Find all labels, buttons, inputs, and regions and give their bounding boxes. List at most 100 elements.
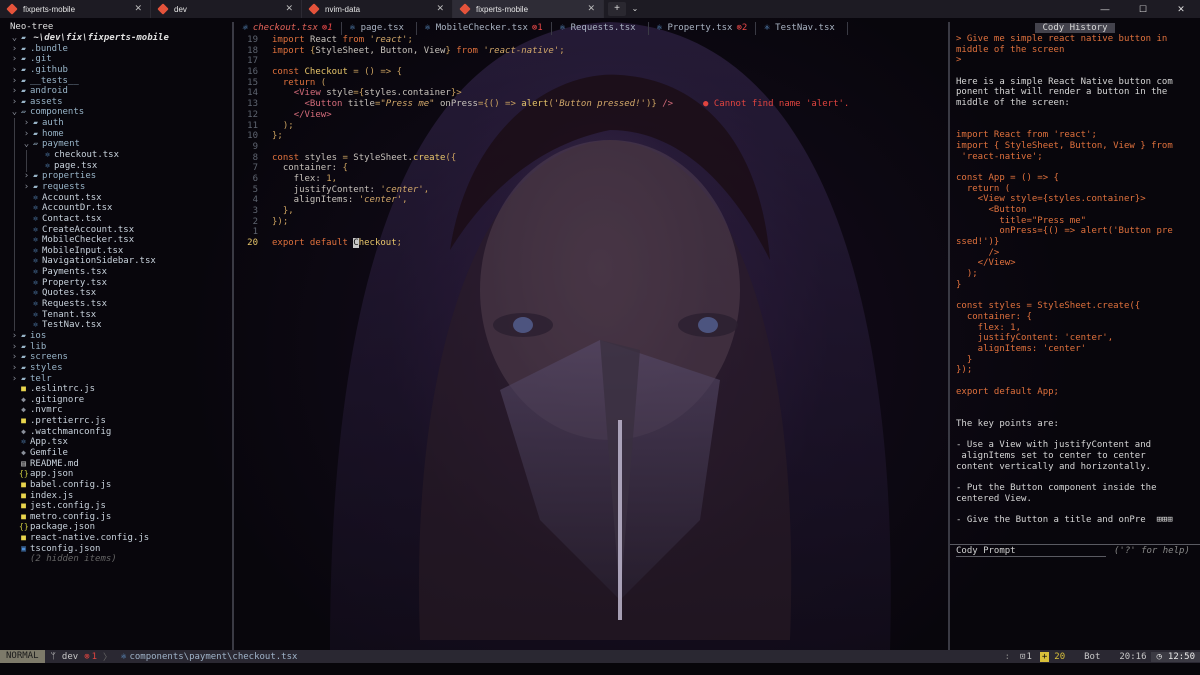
tree-file[interactable]: ◆ .gitignore [0, 395, 232, 406]
tree-folder[interactable]: › ▰ assets [0, 97, 232, 108]
tree-file[interactable]: ⚛ TestNav.tsx [0, 320, 232, 332]
tree-file[interactable]: {}app.json [0, 469, 232, 480]
code-line[interactable]: 7 container: { [234, 163, 948, 174]
code-line[interactable]: 17 [234, 56, 948, 67]
close-window-button[interactable]: ✕ [1162, 0, 1200, 18]
tree-folder[interactable]: › ▰ .github [0, 65, 232, 76]
tree-file[interactable]: ■ react-native.config.js [0, 533, 232, 544]
code-line[interactable]: 13 <Button title="Press me" onPress={() … [234, 99, 948, 110]
editor-tab[interactable]: ⚛ Property.tsx ⊗2 [649, 22, 757, 35]
tree-folder[interactable]: ⌄ ▱ components [0, 107, 232, 118]
tree-file[interactable]: ⚛ MobileChecker.tsx [0, 235, 232, 247]
cody-prompt-input[interactable]: Cody Prompt ('?' for help) [950, 544, 1200, 557]
tree-file[interactable]: ◆ .watchmanconfig [0, 427, 232, 438]
code-line[interactable]: 10}; [234, 131, 948, 142]
minimize-button[interactable]: — [1086, 0, 1124, 18]
code-line[interactable]: 12 </View> [234, 110, 948, 121]
tree-file[interactable]: ■ .prettierrc.js [0, 416, 232, 427]
tree-file[interactable]: ⚛ Payments.tsx [0, 267, 232, 279]
tree-file[interactable]: {}package.json [0, 522, 232, 533]
tree-folder[interactable]: ⌄ ▱ payment [0, 139, 232, 151]
tree-file[interactable]: ⚛ Tenant.tsx [0, 309, 232, 321]
code-line[interactable]: 14 <View style={styles.container}> [234, 88, 948, 99]
code-line[interactable]: 4 alignItems: 'center', [234, 195, 948, 206]
tree-folder[interactable]: › ▰ screens [0, 352, 232, 363]
close-icon[interactable]: ✕ [134, 3, 142, 14]
tree-file[interactable]: ◆ .nvmrc [0, 405, 232, 416]
chevron-down-icon[interactable]: ⌄ [626, 2, 644, 16]
tree-file[interactable]: ▣ tsconfig.json [0, 544, 232, 555]
tree-file[interactable]: ⚛ checkout.tsx [0, 150, 232, 162]
tree-file[interactable]: ⚛ Quotes.tsx [0, 288, 232, 300]
tree-file[interactable]: ◆ Gemfile [0, 448, 232, 459]
tree-folder[interactable]: › ▰ ios [0, 331, 232, 342]
editor-tab[interactable]: ⚛ TestNav.tsx [756, 22, 848, 35]
tree-file[interactable]: ■ .eslintrc.js [0, 384, 232, 395]
config-file-icon: ◆ [21, 394, 26, 404]
window-tab[interactable]: dev ✕ [151, 0, 302, 18]
code-token: , [423, 184, 430, 195]
tree-file[interactable]: ⚛ page.tsx [0, 160, 232, 172]
tree-folder[interactable]: › ▰ telr [0, 374, 232, 385]
code-line[interactable]: 20 export default Checkout; [234, 238, 948, 249]
code-line[interactable]: 5 justifyContent: 'center', [234, 185, 948, 196]
tree-file[interactable]: ■ index.js [0, 491, 232, 502]
tree-folder[interactable]: › ▰ lib [0, 342, 232, 353]
line-number: 18 [247, 45, 258, 56]
tree-file[interactable]: ⚛ Property.tsx [0, 277, 232, 289]
tree-file[interactable]: ⚛ MobileInput.tsx [0, 245, 232, 257]
editor-tab[interactable]: ⚛ page.tsx [342, 22, 417, 35]
code-line[interactable]: 11 ); [234, 121, 948, 132]
tree-folder[interactable]: › ▰ __tests__ [0, 76, 232, 87]
code-line[interactable]: 16 const Checkout = () => { [234, 67, 948, 78]
tree-file[interactable]: ⚛ AccountDr.tsx [0, 203, 232, 215]
tree-folder[interactable]: › ▰ .git [0, 54, 232, 65]
close-icon[interactable]: ✕ [436, 3, 444, 14]
window-tab[interactable]: fixperts-mobile ✕ [0, 0, 151, 18]
close-icon[interactable]: ✕ [285, 3, 293, 14]
tree-file[interactable]: ⚛ Requests.tsx [0, 299, 232, 311]
tree-folder[interactable]: › ▰ .bundle [0, 44, 232, 55]
editor-tab[interactable]: ⚛ Requests.tsx [552, 22, 649, 35]
maximize-button[interactable]: ☐ [1124, 0, 1162, 18]
tree-folder[interactable]: › ▰ home [0, 128, 232, 140]
code-line[interactable]: 8 const styles = StyleSheet.create({ [234, 153, 948, 164]
window-tab-active[interactable]: fixperts-mobile ✕ [453, 0, 604, 18]
tree-file[interactable]: ■ metro.config.js [0, 512, 232, 523]
new-tab-button[interactable]: + [608, 2, 626, 16]
tree-file[interactable]: ■ babel.config.js [0, 480, 232, 491]
command-line[interactable] [0, 663, 1200, 675]
tree-file[interactable]: ⚛ Account.tsx [0, 192, 232, 204]
close-icon[interactable]: ✕ [587, 3, 595, 14]
tree-file[interactable]: (2 hidden items) [0, 554, 232, 565]
tree-file[interactable]: ⚛ CreateAccount.tsx [0, 224, 232, 236]
editor-tab[interactable]: ⚛ checkout.tsx ⊗1 [234, 22, 342, 35]
window-tab[interactable]: nvim-data ✕ [302, 0, 453, 18]
editor-tab[interactable]: ⚛ MobileChecker.tsx ⊗1 [417, 22, 552, 35]
code-line[interactable]: 6 flex: 1, [234, 174, 948, 185]
tree-folder[interactable]: › ▰ properties [0, 171, 232, 183]
code-editor[interactable]: 19 import React from 'react'; 18 import {St… [234, 35, 948, 249]
code-line[interactable]: 1 [234, 227, 948, 238]
tree-file[interactable]: ⚛ NavigationSidebar.tsx [0, 256, 232, 268]
tree-file[interactable]: ⚛ App.tsx [0, 437, 232, 448]
cody-message-line [956, 504, 1196, 515]
tree-file[interactable]: ■ jest.config.js [0, 501, 232, 512]
code-line[interactable]: 15 return ( [234, 78, 948, 89]
tree-file[interactable]: ⚛ Contact.tsx [0, 213, 232, 225]
tree-folder[interactable]: › ▰ android [0, 86, 232, 97]
tree-folder[interactable]: › ▰ styles [0, 363, 232, 374]
chevron-right-icon: › [23, 128, 30, 139]
code-line[interactable]: 2}); [234, 217, 948, 228]
tree-root[interactable]: ⌄ ▰ ~\dev\fix\fixperts-mobile [0, 33, 232, 44]
tree-file[interactable]: ▤ README.md [0, 459, 232, 470]
folder-icon: ▰ [33, 128, 38, 138]
tree-folder[interactable]: › ▰ auth [0, 118, 232, 130]
react-file-icon: ⚛ [33, 320, 38, 330]
code-line[interactable]: 3 }, [234, 206, 948, 217]
chevron-down-icon: ⌄ [23, 139, 30, 150]
tree-folder[interactable]: › ▰ requests [0, 181, 232, 193]
code-line[interactable]: 18 import {StyleSheet, Button, View} from… [234, 46, 948, 57]
code-line[interactable]: 9 [234, 142, 948, 153]
code-line[interactable]: 19 import React from 'react'; [234, 35, 948, 46]
